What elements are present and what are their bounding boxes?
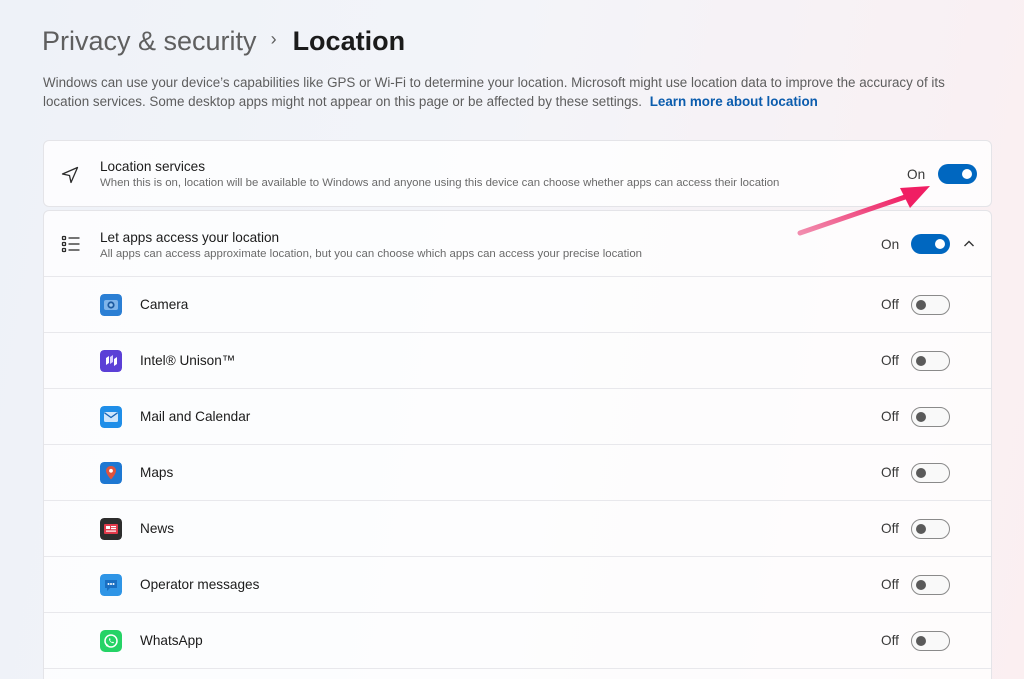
mail-calendar-location-toggle[interactable]	[911, 407, 950, 427]
maps-location-toggle[interactable]	[911, 463, 950, 483]
app-state: Off	[881, 409, 899, 424]
whatsapp-app-icon	[100, 630, 122, 652]
app-row-camera: Camera Off	[44, 277, 991, 333]
app-name: Maps	[140, 465, 174, 480]
mail-app-icon	[100, 406, 122, 428]
camera-app-icon	[100, 294, 122, 316]
app-state: Off	[881, 577, 899, 592]
whatsapp-location-toggle[interactable]	[911, 631, 950, 651]
app-row-operator-messages: Operator messages Off	[44, 557, 991, 613]
news-location-toggle[interactable]	[911, 519, 950, 539]
app-name: WhatsApp	[140, 633, 203, 648]
app-row-whatsapp: WhatsApp Off	[44, 613, 991, 669]
app-name: Camera	[140, 297, 189, 312]
app-state: Off	[881, 297, 899, 312]
app-name: Mail and Calendar	[140, 409, 251, 424]
apps-access-title: Let apps access your location	[100, 230, 280, 245]
news-app-icon	[100, 518, 122, 540]
list-icon	[61, 234, 81, 254]
app-row-news: News Off	[44, 501, 991, 557]
app-row-mail-calendar: Mail and Calendar Off	[44, 389, 991, 445]
page-description: Windows can use your device’s capabiliti…	[43, 74, 993, 111]
annotation-arrow-icon	[797, 186, 930, 236]
location-services-toggle[interactable]	[938, 164, 977, 184]
app-row-intel-unison: Intel® Unison™ Off	[44, 333, 991, 389]
apps-access-subtitle: All apps can access approximate location…	[100, 248, 642, 260]
intel-unison-app-icon	[100, 350, 122, 372]
app-name: Intel® Unison™	[140, 353, 236, 368]
operator-messages-location-toggle[interactable]	[911, 575, 950, 595]
app-state: Off	[881, 633, 899, 648]
navigation-arrow-icon	[60, 165, 80, 185]
learn-more-link[interactable]: Learn more about location	[650, 94, 818, 109]
camera-location-toggle[interactable]	[911, 295, 950, 315]
app-state: Off	[881, 521, 899, 536]
operator-messages-app-icon	[100, 574, 122, 596]
chevron-up-icon[interactable]	[962, 237, 976, 251]
chevron-right-icon: ›	[270, 29, 277, 49]
app-state: Off	[881, 353, 899, 368]
app-name: Operator messages	[140, 577, 260, 592]
page-title: Location	[292, 26, 406, 56]
location-services-subtitle: When this is on, location will be availa…	[100, 177, 780, 189]
intel-unison-location-toggle[interactable]	[911, 351, 950, 371]
apps-access-card: Let apps access your location All apps c…	[43, 210, 992, 679]
breadcrumb-privacy-security[interactable]: Privacy & security	[42, 24, 257, 58]
maps-app-icon	[100, 462, 122, 484]
app-name: News	[140, 521, 174, 536]
app-row-maps: Maps Off	[44, 445, 991, 501]
location-services-title: Location services	[100, 159, 206, 174]
app-state: Off	[881, 465, 899, 480]
breadcrumb: Privacy & security › Location	[42, 24, 405, 58]
